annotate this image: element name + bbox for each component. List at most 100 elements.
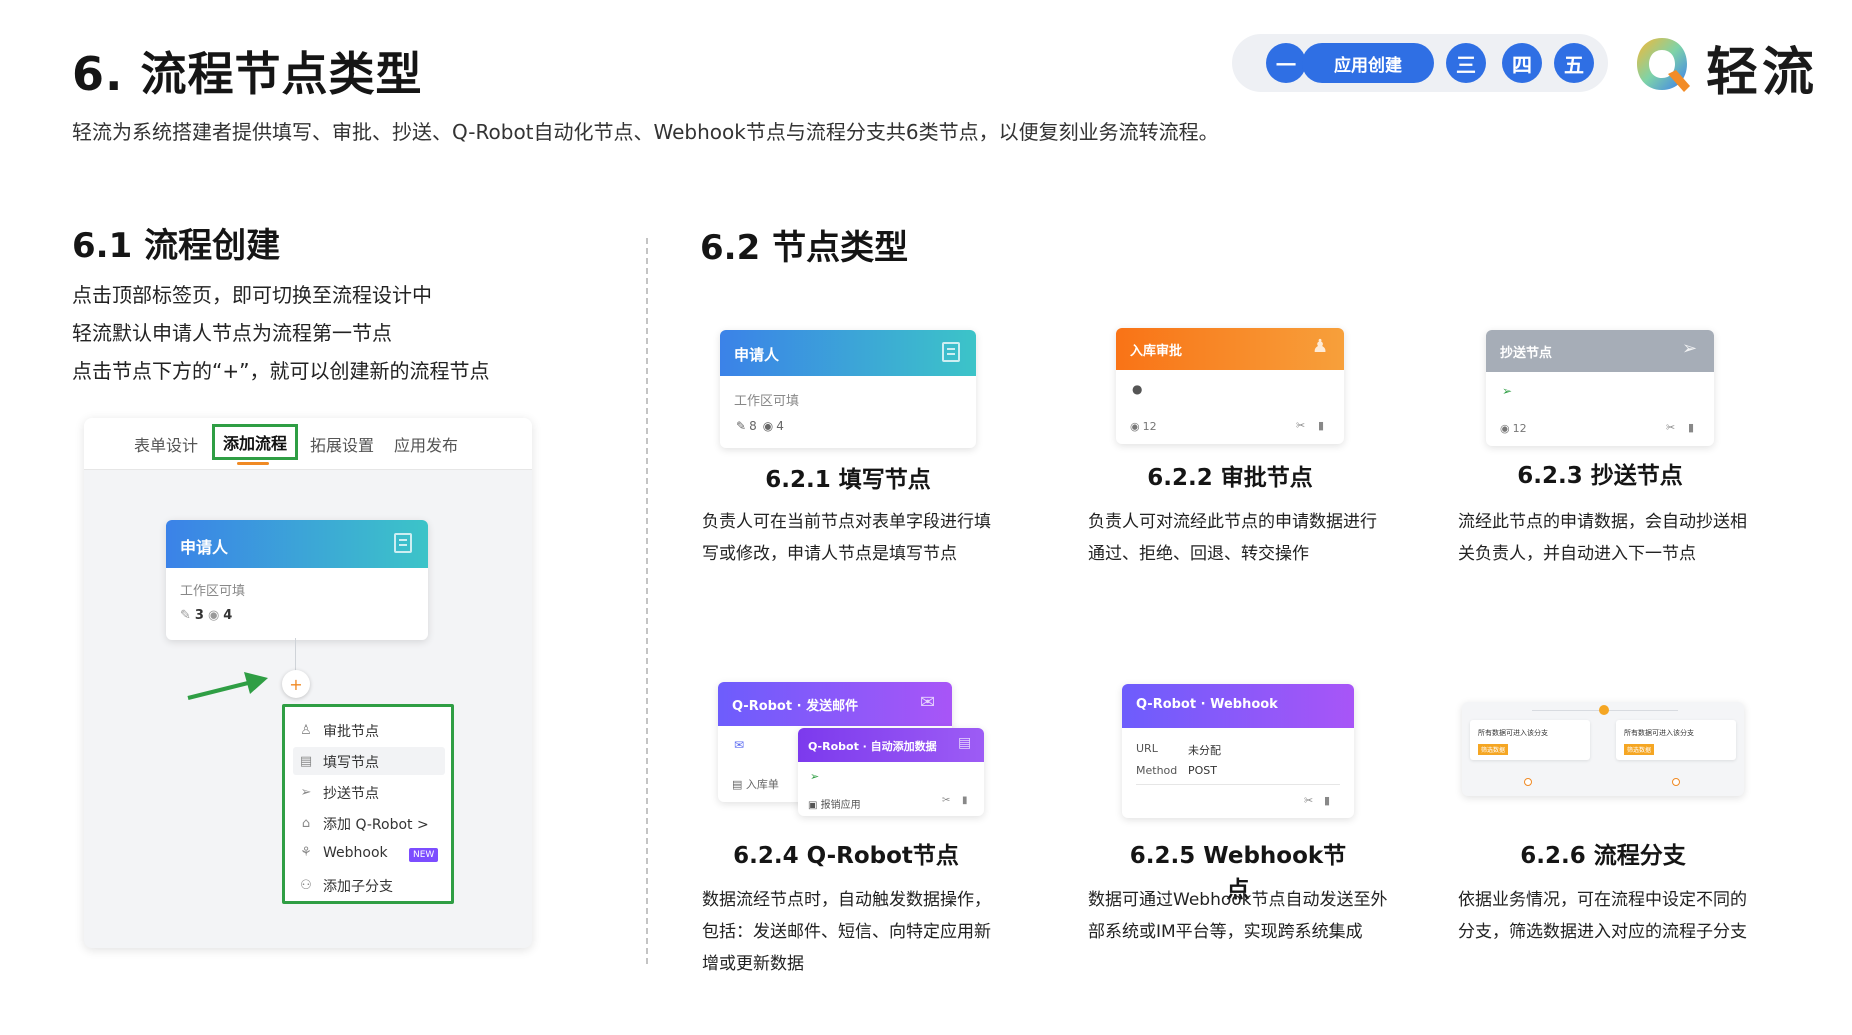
user-icon: ♙ <box>300 723 312 738</box>
tab-form-design[interactable]: 表单设计 <box>134 432 198 456</box>
tab-extend-settings[interactable]: 拓展设置 <box>310 432 374 456</box>
card-divider <box>1136 784 1340 785</box>
item-desc-fill-2: 写或修改，申请人节点是填写节点 <box>702 544 957 564</box>
eye-icon: ◉ <box>1500 422 1510 435</box>
section-create-line-1: 点击顶部标签页，即可切换至流程设计中 <box>72 283 432 307</box>
node-title: 抄送节点 <box>1500 346 1553 361</box>
item-desc-fill-1: 负责人可在当前节点对表单字段进行填 <box>702 512 991 532</box>
section-divider <box>646 238 648 964</box>
branch-b-plus-icon <box>1672 778 1680 786</box>
node-subtitle: 报销应用 <box>820 800 861 811</box>
step-3-button[interactable]: 三 <box>1446 43 1486 83</box>
branch-a: 所有数据可进入该分支 筛选数据 <box>1470 720 1590 760</box>
url-value: 未分配 <box>1188 744 1221 757</box>
branch-b-label: 所有数据可进入该分支 <box>1624 729 1694 737</box>
edit-icon: ✎ <box>736 419 747 433</box>
item-desc-cc-1: 流经此节点的申请数据，会自动抄送相 <box>1458 512 1747 532</box>
view-count: 4 <box>223 608 233 623</box>
cc-node-card: 抄送节点 ➢ ➢ ◉ 12 ✂ ▮ <box>1486 330 1714 446</box>
branch-add-icon <box>1599 705 1609 715</box>
list-icon: ▤ <box>732 778 746 791</box>
menu-item-qrobot[interactable]: ⌂ 添加 Q-Robot > <box>299 814 429 834</box>
view-count: 12 <box>1142 420 1157 433</box>
section-create-line-3: 点击节点下方的“+”，就可以创建新的流程节点 <box>72 359 490 383</box>
edit-count: 3 <box>194 608 204 623</box>
add-node-plus-button[interactable]: + <box>282 670 310 698</box>
scissors-icon: ✂ <box>1666 421 1676 434</box>
item-title-branch: 6.2.6 流程分支 <box>1520 843 1686 869</box>
branch-card: 所有数据可进入该分支 筛选数据 所有数据可进入该分支 筛选数据 <box>1462 702 1744 796</box>
scissors-icon: ✂ <box>942 795 951 806</box>
add-node-menu: ♙ 审批节点 ▤ 填写节点 ➢ 抄送节点 ⌂ 添加 Q-Robot > ⚘ We… <box>282 704 454 904</box>
menu-item-label: 审批节点 <box>323 724 379 740</box>
view-count: 4 <box>776 419 784 433</box>
form-icon: ▤ <box>958 735 972 751</box>
menu-item-cc[interactable]: ➢ 抄送节点 <box>299 783 379 803</box>
node-header: 申请人 <box>166 520 428 568</box>
section-title-create: 6.1 流程创建 <box>72 226 281 266</box>
item-title-approval: 6.2.2 审批节点 <box>1147 465 1313 491</box>
step-5-button[interactable]: 五 <box>1554 43 1594 83</box>
item-desc-qrobot-3: 增或更新数据 <box>702 954 804 974</box>
send-icon: ➢ <box>300 785 312 800</box>
item-title-cc: 6.2.3 抄送节点 <box>1517 463 1683 489</box>
node-title: Q-Robot · 自动添加数据 <box>808 740 937 753</box>
menu-item-fill[interactable]: ▤ 填写节点 <box>299 752 379 772</box>
logo-text: 轻流 <box>1706 43 1819 103</box>
step-2-button[interactable]: 应用创建 <box>1302 43 1434 83</box>
mail-icon: ✉ <box>734 738 745 752</box>
menu-item-webhook[interactable]: ⚘ Webhook <box>299 845 388 861</box>
eye-icon: ◉ <box>1130 420 1140 433</box>
item-desc-cc-2: 关负责人，并自动进入下一节点 <box>1458 544 1696 564</box>
edit-icon: ✎ <box>180 608 191 623</box>
branch-a-tag: 筛选数据 <box>1478 744 1509 755</box>
menu-item-label: 添加 Q-Robot > <box>323 817 429 833</box>
item-title-fill: 6.2.1 填写节点 <box>765 467 931 493</box>
branch-b: 所有数据可进入该分支 筛选数据 <box>1616 720 1736 760</box>
item-desc-approval-1: 负责人可对流经此节点的申请数据进行 <box>1088 512 1377 532</box>
step-1-button[interactable]: 一 <box>1266 43 1306 83</box>
menu-item-subbranch[interactable]: ⚇ 添加子分支 <box>299 876 393 896</box>
tab-app-publish[interactable]: 应用发布 <box>394 432 458 456</box>
arrow-right-icon <box>187 672 268 700</box>
node-subtitle: ▤ 入库单 <box>732 778 779 791</box>
item-title-qrobot: 6.2.4 Q-Robot节点 <box>733 843 959 869</box>
trash-icon: ▮ <box>1318 419 1325 432</box>
page-description: 轻流为系统搭建者提供填写、审批、抄送、Q-Robot自动化节点、Webhook节… <box>72 120 1219 144</box>
branch-icon: ⚇ <box>300 878 312 893</box>
tab-add-flow[interactable]: 添加流程 <box>212 424 298 460</box>
step-4-button[interactable]: 四 <box>1502 43 1542 83</box>
branch-b-tag: 筛选数据 <box>1624 744 1655 755</box>
edit-count: 8 <box>749 419 757 433</box>
eye-icon: ◉ <box>207 608 220 623</box>
avatar-icon: ● <box>1132 382 1143 396</box>
view-count: 12 <box>1512 422 1527 435</box>
method-value: POST <box>1188 764 1217 777</box>
node-title: 申请人 <box>734 346 780 364</box>
branch-a-plus-icon <box>1524 778 1532 786</box>
page-title: 6. 流程节点类型 <box>72 47 423 101</box>
item-desc-approval-2: 通过、拒绝、回退、转交操作 <box>1088 544 1309 564</box>
applicant-node-card[interactable]: 申请人 工作区可填 ✎ 3 ◉ 4 <box>166 520 428 640</box>
item-desc-webhook-1: 数据可通过Webhook节点自动发送至外 <box>1088 890 1388 910</box>
list-icon: ▣ <box>808 800 821 811</box>
trash-icon: ▮ <box>962 795 968 806</box>
stamp-icon: ♟ <box>1312 336 1329 357</box>
scissors-icon: ✂ <box>1304 794 1314 807</box>
node-title: 入库审批 <box>1130 344 1183 359</box>
trash-icon: ▮ <box>1324 794 1331 807</box>
qrobot-add-data-card: Q-Robot · 自动添加数据 ▤ ➢ ▣ 报销应用 ✂ ▮ <box>798 728 984 816</box>
form-icon <box>394 533 412 553</box>
mail-icon: ✉ <box>920 692 936 713</box>
node-title: Q-Robot · Webhook <box>1136 697 1278 712</box>
item-desc-branch-1: 依据业务情况，可在流程中设定不同的 <box>1458 890 1747 910</box>
menu-item-approval[interactable]: ♙ 审批节点 <box>299 721 379 741</box>
item-desc-qrobot-1: 数据流经节点时，自动触发数据操作， <box>702 890 991 910</box>
menu-item-label: Webhook <box>323 845 388 861</box>
menu-item-label: 抄送节点 <box>323 786 379 802</box>
branch-a-label: 所有数据可进入该分支 <box>1478 729 1548 737</box>
url-label: URL <box>1136 742 1158 755</box>
eye-icon: ◉ <box>762 419 774 433</box>
node-subtitle: 工作区可填 <box>180 584 246 599</box>
form-icon <box>942 342 960 362</box>
